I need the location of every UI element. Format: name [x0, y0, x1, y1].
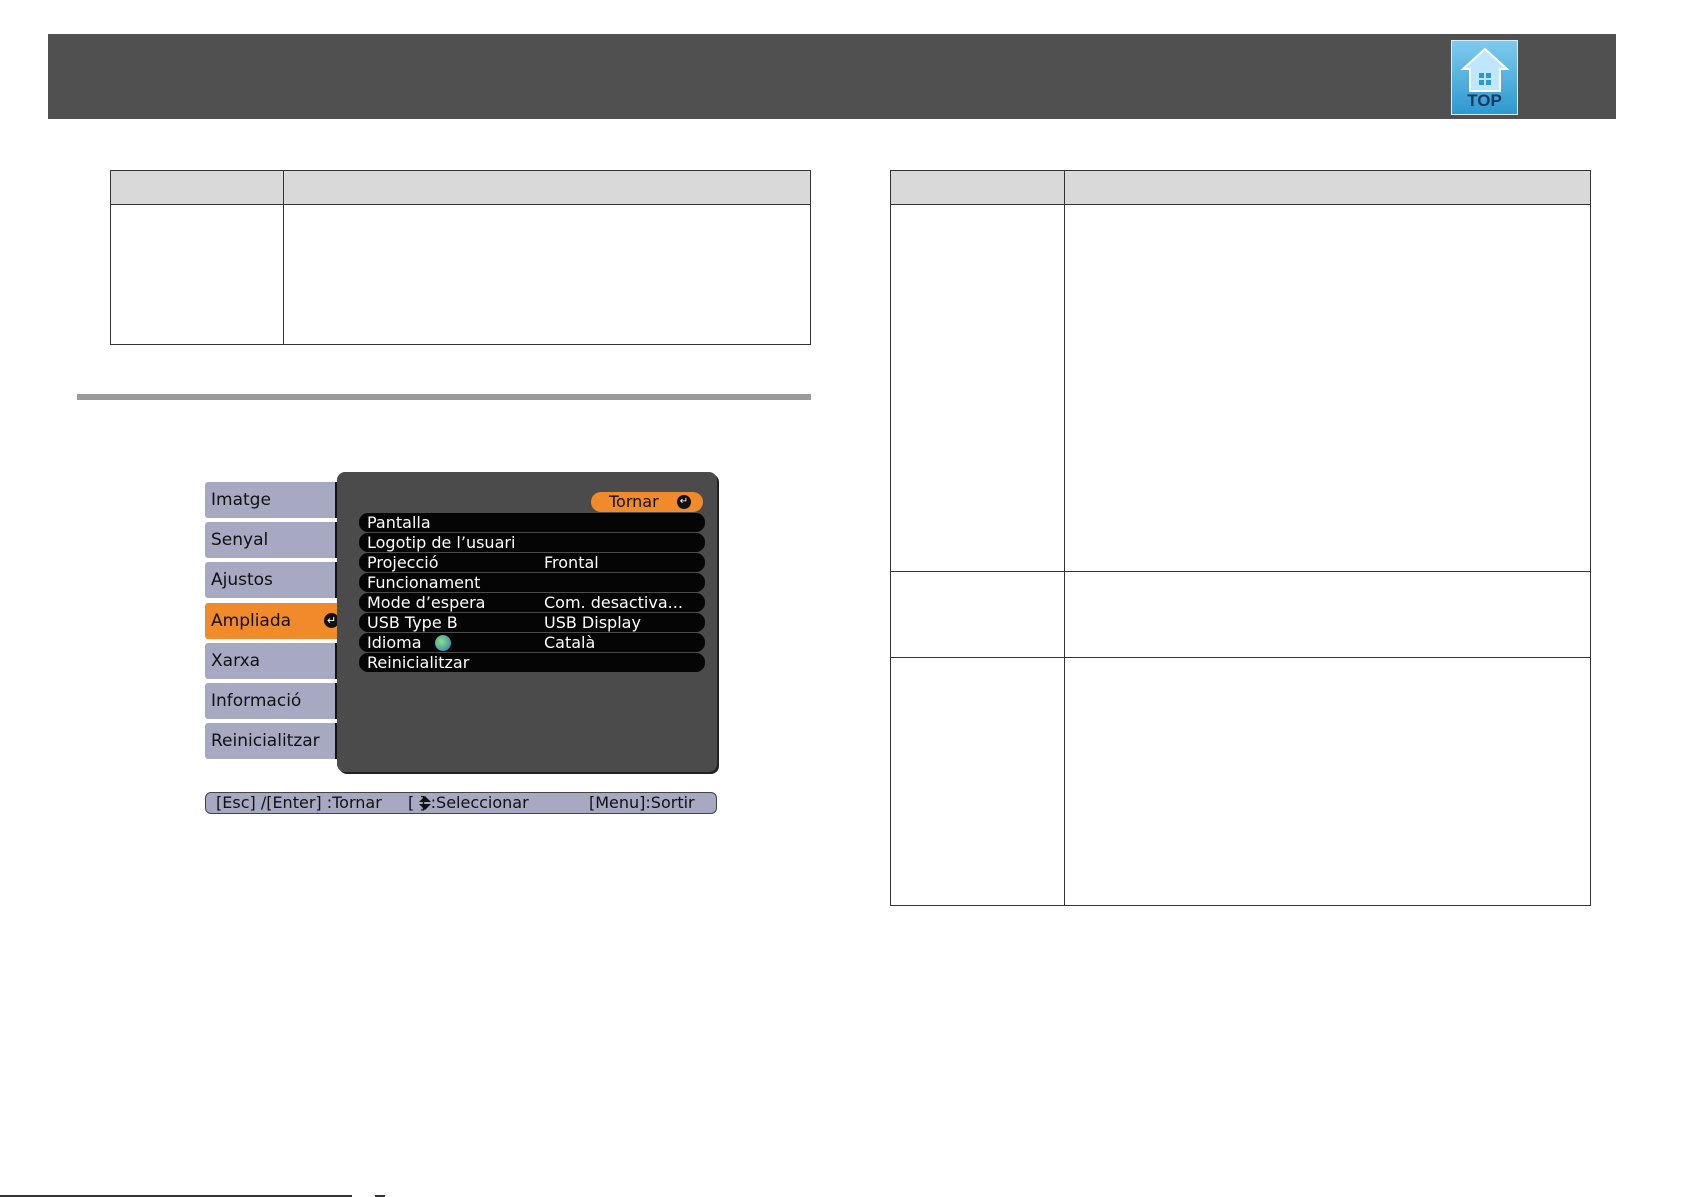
right-table-cell [1064, 657, 1591, 906]
tab-ampliada[interactable]: Ampliada ↵ [205, 603, 345, 639]
top-label: TOP [1467, 91, 1502, 110]
left-table-cell [110, 204, 284, 345]
right-table [890, 170, 1591, 906]
status-select: [ ] :Seleccionar [408, 793, 529, 812]
tab-xarxa[interactable]: Xarxa [205, 643, 345, 679]
tab-label: Ampliada [211, 611, 292, 631]
right-table-cell [890, 657, 1065, 906]
left-table-header-col2 [283, 170, 811, 205]
home-icon [1460, 47, 1510, 92]
menu-item-projeccio[interactable]: Projecció Frontal [359, 553, 705, 572]
right-table-cell [1064, 571, 1591, 658]
menu-item-value: Frontal [544, 553, 599, 572]
right-table-header-col2 [1064, 170, 1591, 205]
menu-item-logotip[interactable]: Logotip de l’usuari [359, 533, 705, 552]
page-header-bar [48, 34, 1616, 119]
menu-item-pantalla[interactable]: Pantalla [359, 513, 705, 532]
right-table-header-col1 [890, 170, 1065, 205]
menu-item-idioma[interactable]: Idioma Català [359, 633, 705, 652]
left-table-cell [283, 204, 811, 345]
left-table-header-col1 [110, 170, 284, 205]
menu-item-mode-espera[interactable]: Mode d’espera Com. desactiva... [359, 593, 705, 612]
menu-item-funcionament[interactable]: Funcionament [359, 573, 705, 592]
right-table-cell [890, 204, 1065, 572]
back-button[interactable]: Tornar ↵ [591, 492, 703, 512]
tab-informacio[interactable]: Informació [205, 683, 345, 719]
menu-item-value: USB Display [544, 613, 641, 632]
enter-icon: ↵ [677, 495, 691, 509]
right-table-cell [890, 571, 1065, 658]
section-divider [77, 394, 811, 400]
right-table-cell [1064, 204, 1591, 572]
menu-item-usb-type-b[interactable]: USB Type B USB Display [359, 613, 705, 632]
menu-item-value: Com. desactiva... [544, 593, 683, 612]
projector-menu: Imatge Senyal Ajustos Ampliada ↵ Xarxa I… [205, 470, 717, 815]
tab-label: Informació [211, 691, 302, 711]
globe-icon [435, 635, 451, 651]
left-table [110, 170, 811, 345]
tab-reinicialitzar[interactable]: Reinicialitzar [205, 723, 345, 759]
tab-label: Imatge [211, 490, 271, 510]
tab-senyal[interactable]: Senyal [205, 522, 345, 558]
tab-ajustos[interactable]: Ajustos [205, 562, 345, 598]
menu-panel: Tornar ↵ Pantalla Logotip de l’usuari Pr… [337, 472, 717, 772]
menu-item-value: Català [544, 633, 596, 652]
menu-item-reinicialitzar[interactable]: Reinicialitzar [359, 653, 705, 672]
status-bar: [Esc] /[Enter] :Tornar [ ] :Seleccionar … [205, 792, 717, 814]
status-esc-enter: [Esc] /[Enter] :Tornar [216, 793, 382, 812]
tab-label: Ajustos [211, 570, 273, 590]
tab-label: Xarxa [211, 651, 261, 671]
status-menu: [Menu]:Sortir [589, 793, 695, 812]
top-button[interactable]: TOP [1451, 40, 1518, 115]
up-down-arrow-icon [419, 796, 431, 810]
tab-label: Reinicialitzar [211, 731, 320, 751]
tab-imatge[interactable]: Imatge [205, 482, 345, 518]
tab-label: Senyal [211, 530, 269, 550]
